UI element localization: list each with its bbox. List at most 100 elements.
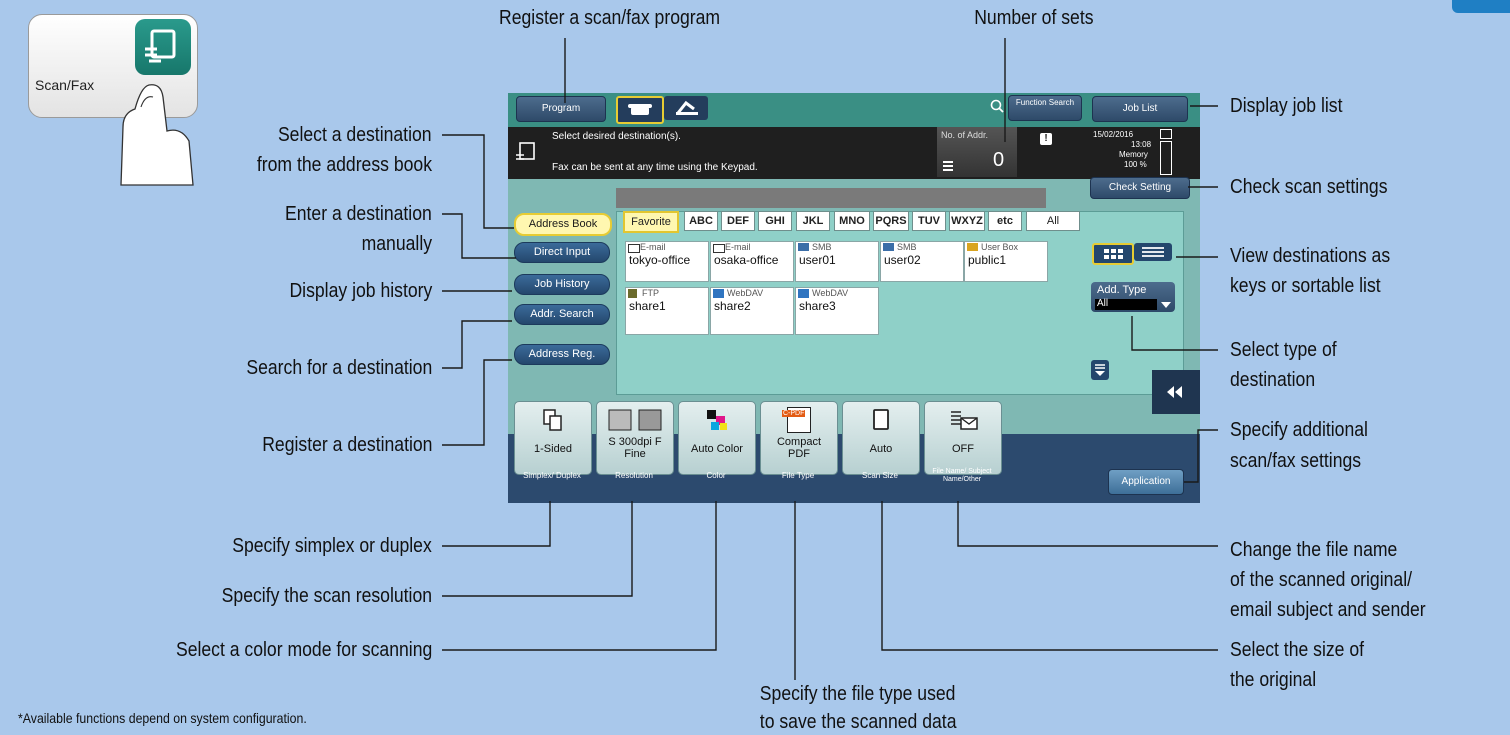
callout-select-type-1: Select type of (1230, 339, 1337, 361)
destination-type: FTP (642, 288, 659, 298)
destination-type: SMB (897, 242, 917, 252)
tab-address-book[interactable]: Address Book (514, 213, 612, 236)
no-of-addr-value: 0 (993, 149, 1005, 171)
index-pqrs[interactable]: PQRS (873, 211, 909, 231)
key-view-button[interactable] (1092, 243, 1134, 265)
application-button[interactable]: Application (1108, 469, 1184, 495)
index-mno[interactable]: MNO (834, 211, 870, 231)
destination-name: share3 (799, 299, 836, 313)
file-name-icon (951, 411, 978, 430)
top-bar: Program Function Search Job List (508, 93, 1200, 127)
index-all[interactable]: All (1026, 211, 1080, 231)
file-name-label: File Name/ Subject Name/Other (932, 468, 992, 483)
message-line-2: Fax can be sent at any time using the Ke… (552, 162, 758, 173)
callout-additional-settings-2: scan/fax settings (1230, 450, 1362, 472)
scroll-down-button[interactable] (1091, 360, 1109, 380)
scan-size-value: Auto (869, 443, 893, 455)
resolution-key[interactable]: S 300dpi F Fine (596, 401, 674, 475)
resolution-value: S 300dpi F Fine (608, 436, 662, 460)
color-key[interactable]: Auto Color (678, 401, 756, 475)
index-favorite[interactable]: Favorite (623, 211, 679, 233)
callout-address-book-1: Select a destination (278, 124, 432, 146)
list-view-button[interactable] (1134, 243, 1172, 261)
callout-original-size-2: the original (1230, 669, 1317, 691)
callout-search-destination: Search for a destination (246, 357, 432, 379)
smb-icon (798, 243, 809, 251)
phone-icon (628, 104, 652, 115)
memory-gauge (1160, 141, 1172, 175)
callout-number-of-sets: Number of sets (974, 7, 1094, 29)
check-setting-button[interactable]: Check Setting (1090, 177, 1190, 199)
destination-name: public1 (968, 253, 1007, 267)
index-wxyz[interactable]: WXYZ (949, 211, 985, 231)
tab-addr-search[interactable]: Addr. Search (514, 304, 610, 325)
index-def[interactable]: DEF (721, 211, 755, 231)
destination-key[interactable]: FTP share1 (625, 287, 709, 335)
file-name-key[interactable]: OFF (924, 401, 1002, 475)
memory-value: 100 % (1124, 160, 1147, 169)
email-icon (713, 244, 725, 253)
index-tuv[interactable]: TUV (912, 211, 946, 231)
tab-address-reg[interactable]: Address Reg. (514, 344, 610, 365)
callout-display-job-list: Display job list (1230, 95, 1343, 117)
collapse-panel-button[interactable] (1152, 370, 1200, 414)
no-of-addr-box: No. of Addr. 0 (937, 127, 1017, 177)
callout-scan-resolution: Specify the scan resolution (221, 585, 432, 607)
ftp-icon (628, 289, 637, 298)
callout-job-history: Display job history (289, 280, 432, 302)
scanfax-key-label: Scan/Fax (35, 77, 95, 93)
grid-icon (1104, 249, 1123, 259)
file-name-value: OFF (952, 443, 974, 455)
destination-type: E-mail (725, 242, 751, 252)
scanfax-key[interactable]: Scan/Fax (28, 14, 198, 186)
simplex-icon (543, 409, 562, 431)
job-list-button[interactable]: Job List (1092, 96, 1188, 122)
program-button[interactable]: Program (516, 96, 606, 122)
simplex-duplex-label: Simplex/ Duplex (523, 471, 581, 480)
destination-input-field[interactable] (616, 188, 1046, 208)
index-jkl[interactable]: JKL (796, 211, 830, 231)
callout-check-scan-settings: Check scan settings (1230, 176, 1388, 198)
callout-additional-settings-1: Specify additional (1230, 419, 1368, 441)
warning-icon: ! (1040, 133, 1052, 145)
on-hook-button[interactable] (664, 96, 708, 120)
time: 13:08 (1131, 140, 1152, 149)
main-area: Check Setting Address Book Direct Input … (508, 177, 1200, 434)
date: 15/02/2016 (1093, 130, 1134, 139)
finger-illustration (120, 84, 194, 186)
resolution-label: Resolution (615, 471, 653, 480)
callout-address-book-2: from the address book (256, 154, 432, 176)
callout-select-type-2: destination (1230, 369, 1316, 391)
fax-mode-button[interactable] (616, 96, 664, 124)
double-left-arrow-icon (1167, 386, 1182, 398)
callout-simplex-duplex: Specify simplex or duplex (232, 535, 432, 557)
index-etc[interactable]: etc (988, 211, 1022, 231)
callout-file-name-3: email subject and sender (1230, 599, 1426, 621)
function-search-button[interactable]: Function Search (1008, 95, 1082, 121)
callout-file-type-1: Specify the file type used (759, 683, 956, 705)
simplex-duplex-key[interactable]: 1-Sided (514, 401, 592, 475)
control-panel-screen: Program Function Search Job List Select … (508, 93, 1200, 503)
page-icon (873, 409, 889, 430)
callout-file-name-1: Change the file name (1230, 539, 1398, 561)
destination-type: E-mail (640, 242, 666, 252)
simplex-duplex-value: 1-Sided (534, 443, 572, 455)
file-type-key[interactable]: C-PDF Compact PDF (760, 401, 838, 475)
scan-size-key[interactable]: Auto (842, 401, 920, 475)
chevron-down-icon (1161, 302, 1171, 308)
scroll-down-icon (1095, 364, 1105, 376)
list-icon (943, 161, 953, 171)
webdav-icon (798, 289, 809, 298)
add-type-select[interactable]: Add. Type All (1091, 282, 1175, 312)
tab-job-history[interactable]: Job History (514, 274, 610, 295)
callout-color-mode: Select a color mode for scanning (175, 639, 432, 661)
index-abc[interactable]: ABC (684, 211, 718, 231)
index-ghi[interactable]: GHI (758, 211, 792, 231)
resolution-icon (608, 409, 662, 431)
search-icon (990, 99, 1004, 113)
smb-icon (883, 243, 894, 251)
callout-enter-destination-2: manually (361, 233, 432, 255)
memory-label: Memory (1119, 150, 1148, 159)
destination-name: osaka-office (714, 253, 779, 267)
tab-direct-input[interactable]: Direct Input (514, 242, 610, 263)
